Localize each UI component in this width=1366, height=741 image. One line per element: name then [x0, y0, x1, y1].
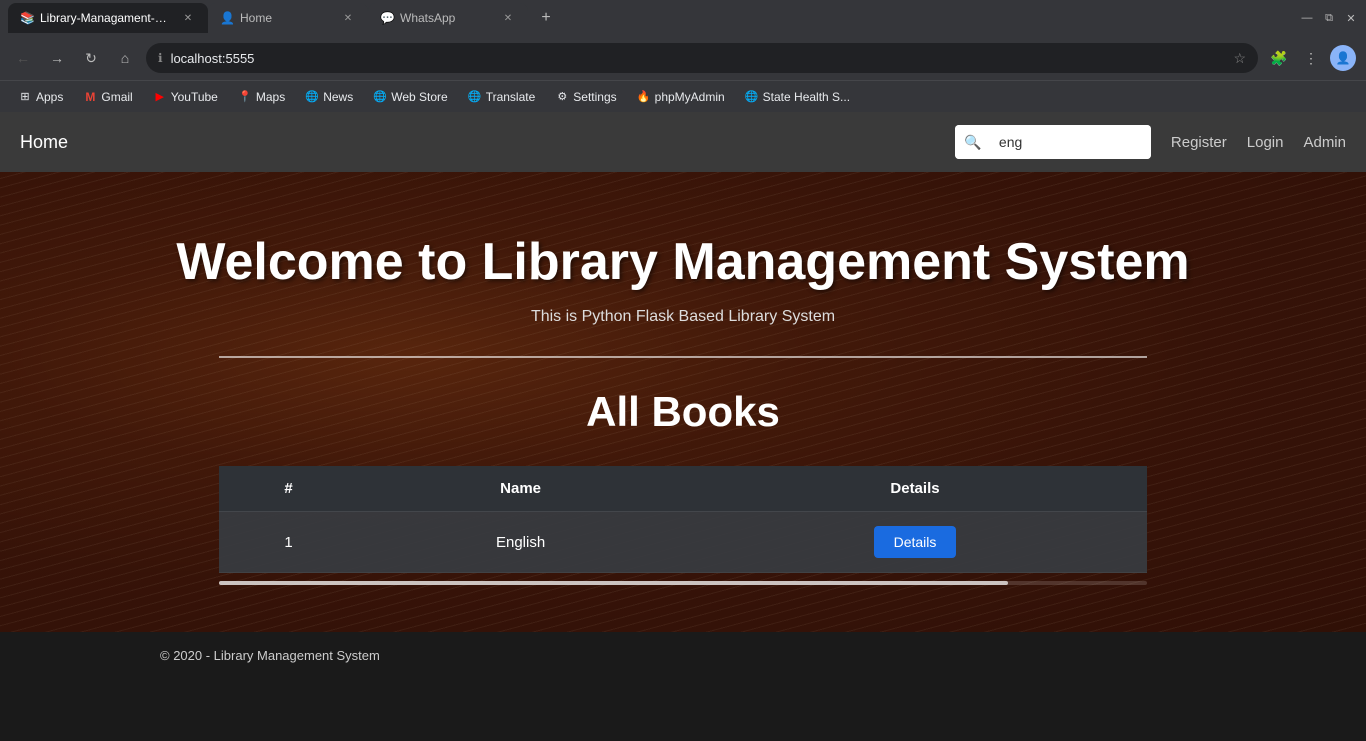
- books-table-container: # Name Details 1 English Details: [219, 466, 1147, 573]
- search-form: 🔍: [955, 125, 1151, 159]
- url-input[interactable]: [171, 51, 1226, 66]
- minimize-button[interactable]: —: [1300, 11, 1314, 25]
- tab-close-library[interactable]: ✕: [180, 10, 196, 26]
- tab-favicon-home: 👤: [220, 11, 234, 25]
- bookmark-gmail[interactable]: M Gmail: [75, 85, 140, 109]
- site-footer: © 2020 - Library Management System: [0, 632, 1366, 679]
- tab-home[interactable]: 👤 Home ✕: [208, 3, 368, 33]
- profile-button[interactable]: 👤: [1330, 45, 1356, 71]
- footer-text: © 2020 - Library Management System: [160, 648, 380, 663]
- tab-favicon-library: 📚: [20, 11, 34, 25]
- statehealth-favicon: 🌐: [745, 90, 759, 104]
- bookmark-maps[interactable]: 📍 Maps: [230, 85, 293, 109]
- book-details-cell: Details: [683, 512, 1147, 573]
- bookmark-webstore-label: Web Store: [391, 90, 447, 104]
- bookmark-star-icon[interactable]: ☆: [1233, 50, 1246, 67]
- tab-whatsapp[interactable]: 💬 WhatsApp ✕: [368, 3, 528, 33]
- tab-favicon-whatsapp: 💬: [380, 11, 394, 25]
- webstore-favicon: 🌐: [373, 90, 387, 104]
- tab-close-home[interactable]: ✕: [340, 10, 356, 26]
- apps-favicon: ⊞: [18, 90, 32, 104]
- url-bar[interactable]: ℹ ☆: [146, 43, 1258, 73]
- col-header-id: #: [219, 466, 358, 512]
- table-body: 1 English Details: [219, 512, 1147, 573]
- book-id: 1: [219, 512, 358, 573]
- forward-button[interactable]: →: [44, 45, 70, 71]
- table-header-row: # Name Details: [219, 466, 1147, 512]
- more-options-button[interactable]: ⋮: [1298, 45, 1324, 71]
- books-section-title: All Books: [103, 388, 1263, 436]
- hero-content: Welcome to Library Management System Thi…: [83, 232, 1283, 585]
- bookmark-news-label: News: [323, 90, 353, 104]
- books-table: # Name Details 1 English Details: [219, 466, 1147, 573]
- bookmark-settings[interactable]: ⚙ Settings: [547, 85, 624, 109]
- bookmark-translate-label: Translate: [486, 90, 536, 104]
- home-button[interactable]: ⌂: [112, 45, 138, 71]
- tab-library[interactable]: 📚 Library-Managament-Syst ✕: [8, 3, 208, 33]
- hero-section: Welcome to Library Management System Thi…: [0, 172, 1366, 632]
- search-input[interactable]: [991, 125, 1151, 159]
- bookmark-youtube-label: YouTube: [171, 90, 218, 104]
- tab-title-home: Home: [240, 11, 334, 25]
- bookmark-statehealth-label: State Health S...: [763, 90, 850, 104]
- translate-favicon: 🌐: [468, 90, 482, 104]
- bookmark-settings-label: Settings: [573, 90, 616, 104]
- website-content: Home 🔍 Register Login Admin Welcome to L…: [0, 112, 1366, 717]
- bookmark-statehealth[interactable]: 🌐 State Health S...: [737, 85, 858, 109]
- back-button[interactable]: ←: [10, 45, 36, 71]
- browser-toolbar: 🧩 ⋮ 👤: [1266, 45, 1356, 71]
- bookmark-gmail-label: Gmail: [101, 90, 132, 104]
- table-row: 1 English Details: [219, 512, 1147, 573]
- bookmark-translate[interactable]: 🌐 Translate: [460, 85, 544, 109]
- restore-button[interactable]: ⧉: [1322, 11, 1336, 25]
- login-link[interactable]: Login: [1247, 134, 1284, 151]
- details-button[interactable]: Details: [874, 526, 957, 558]
- youtube-favicon: ▶: [153, 90, 167, 104]
- browser-chrome: 📚 Library-Managament-Syst ✕ 👤 Home ✕ 💬 W…: [0, 0, 1366, 112]
- site-brand[interactable]: Home: [20, 132, 68, 153]
- table-header: # Name Details: [219, 466, 1147, 512]
- bookmarks-bar: ⊞ Apps M Gmail ▶ YouTube 📍 Maps 🌐 News 🌐…: [0, 80, 1366, 112]
- bookmark-news[interactable]: 🌐 News: [297, 85, 361, 109]
- col-header-details: Details: [683, 466, 1147, 512]
- settings-favicon: ⚙: [555, 90, 569, 104]
- bookmark-maps-label: Maps: [256, 90, 285, 104]
- tab-title-whatsapp: WhatsApp: [400, 11, 494, 25]
- search-button[interactable]: 🔍: [955, 125, 991, 159]
- phpmyadmin-favicon: 🔥: [637, 90, 651, 104]
- title-bar: 📚 Library-Managament-Syst ✕ 👤 Home ✕ 💬 W…: [0, 0, 1366, 36]
- bookmark-webstore[interactable]: 🌐 Web Store: [365, 85, 455, 109]
- tab-title-library: Library-Managament-Syst: [40, 11, 174, 25]
- close-button[interactable]: ✕: [1344, 11, 1358, 25]
- maps-favicon: 📍: [238, 90, 252, 104]
- scroll-indicator: [219, 581, 1147, 585]
- scroll-thumb: [219, 581, 1008, 585]
- hero-subtitle: This is Python Flask Based Library Syste…: [103, 308, 1263, 326]
- site-navbar: Home 🔍 Register Login Admin: [0, 112, 1366, 172]
- bookmark-phpmyadmin[interactable]: 🔥 phpMyAdmin: [629, 85, 733, 109]
- bookmark-apps-label: Apps: [36, 90, 63, 104]
- new-tab-button[interactable]: +: [532, 4, 560, 32]
- bookmark-youtube[interactable]: ▶ YouTube: [145, 85, 226, 109]
- bookmark-apps[interactable]: ⊞ Apps: [10, 85, 71, 109]
- secure-icon: ℹ: [158, 51, 163, 65]
- gmail-favicon: M: [83, 90, 97, 104]
- admin-link[interactable]: Admin: [1303, 134, 1346, 151]
- address-bar: ← → ↻ ⌂ ℹ ☆ 🧩 ⋮ 👤: [0, 36, 1366, 80]
- register-link[interactable]: Register: [1171, 134, 1227, 151]
- reload-button[interactable]: ↻: [78, 45, 104, 71]
- hero-title: Welcome to Library Management System: [103, 232, 1263, 292]
- extensions-button[interactable]: 🧩: [1266, 45, 1292, 71]
- book-name: English: [358, 512, 683, 573]
- hero-divider: [219, 356, 1147, 358]
- tab-close-whatsapp[interactable]: ✕: [500, 10, 516, 26]
- bookmark-phpmyadmin-label: phpMyAdmin: [655, 90, 725, 104]
- col-header-name: Name: [358, 466, 683, 512]
- nav-links: Register Login Admin: [1171, 134, 1346, 151]
- news-favicon: 🌐: [305, 90, 319, 104]
- window-controls: — ⧉ ✕: [1300, 11, 1358, 25]
